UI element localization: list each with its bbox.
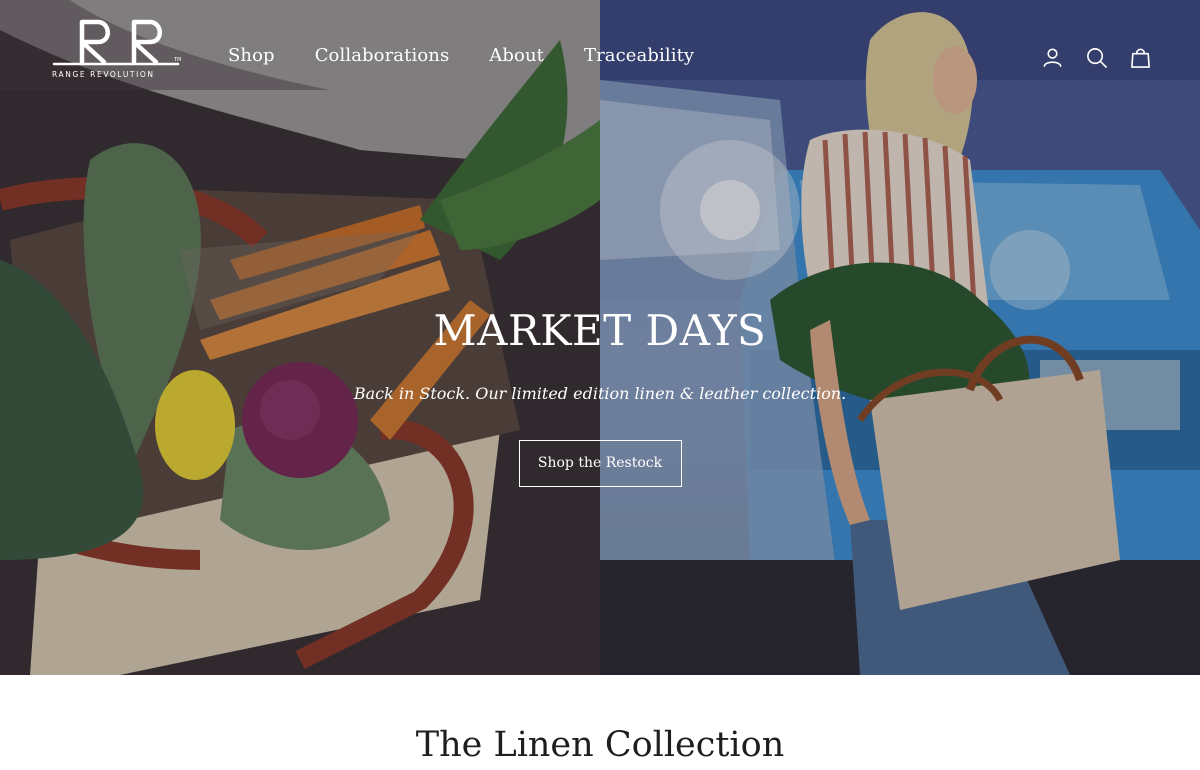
shop-restock-button[interactable]: Shop the Restock — [518, 440, 682, 487]
nav-item-collaborations[interactable]: Collaborations — [315, 45, 450, 66]
nav-item-traceability[interactable]: Traceability — [584, 45, 694, 66]
hero-content: MARKET DAYS Back in Stock. Our limited e… — [0, 300, 1200, 487]
search-icon[interactable] — [1085, 46, 1108, 69]
collection-heading: The Linen Collection — [415, 725, 785, 765]
svg-text:TM: TM — [173, 57, 181, 63]
hero-title: MARKET DAYS — [433, 306, 767, 355]
hero-subtitle: Back in Stock. Our limited edition linen… — [353, 384, 847, 403]
nav-item-shop[interactable]: Shop — [228, 45, 275, 66]
main-navigation: Shop Collaborations About Traceability — [228, 45, 694, 66]
account-icon[interactable] — [1041, 46, 1064, 69]
nav-item-about[interactable]: About — [489, 45, 544, 66]
header-actions — [1041, 46, 1152, 69]
logo-monogram-icon: TM — [52, 19, 181, 66]
cart-icon[interactable] — [1129, 46, 1152, 69]
brand-wordmark: RANGE REVOLUTION — [52, 70, 155, 79]
site-header: TM RANGE REVOLUTION Shop Collaborations … — [0, 0, 1200, 116]
hero-banner: TM RANGE REVOLUTION Shop Collaborations … — [0, 0, 1200, 675]
brand-logo[interactable]: TM RANGE REVOLUTION — [52, 18, 186, 82]
